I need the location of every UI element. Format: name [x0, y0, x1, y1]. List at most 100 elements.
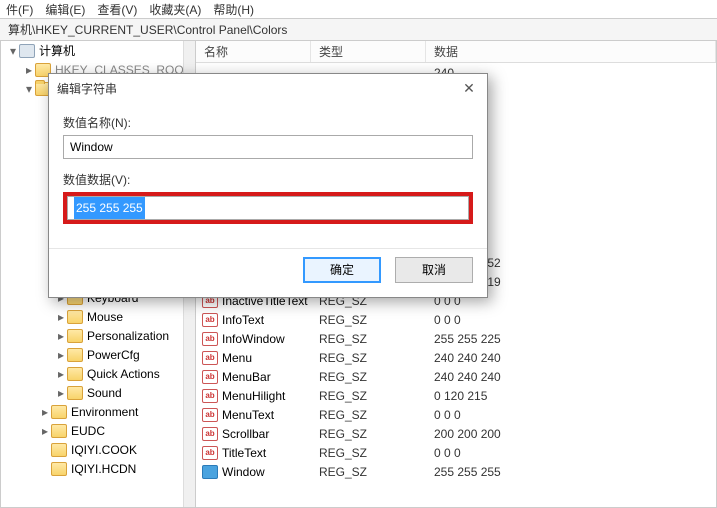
cell-type: REG_SZ — [311, 370, 426, 384]
cell-name: TitleText — [222, 446, 266, 460]
cell-data: 240 240 240 — [426, 370, 716, 384]
table-row[interactable]: Window REG_SZ255 255 255 — [196, 462, 716, 481]
expand-icon[interactable]: ▸ — [55, 310, 67, 324]
table-row[interactable]: MenuBar REG_SZ240 240 240 — [196, 367, 716, 386]
expand-icon[interactable]: ▸ — [55, 348, 67, 362]
cell-type: REG_SZ — [311, 351, 426, 365]
tree-label: Environment — [71, 405, 138, 419]
cell-type: REG_SZ — [311, 465, 426, 479]
cell-name: InfoText — [222, 313, 264, 327]
cell-name: Window — [222, 465, 265, 479]
cell-data: 0 0 0 — [426, 408, 716, 422]
tree-label: IQIYI.HCDN — [71, 462, 136, 476]
expand-icon[interactable]: ▸ — [39, 424, 51, 438]
expand-icon[interactable]: ▸ — [55, 367, 67, 381]
tree-label: IQIYI.COOK — [71, 443, 137, 457]
cancel-button[interactable]: 取消 — [395, 257, 473, 283]
string-icon — [202, 313, 218, 327]
computer-icon — [19, 44, 35, 58]
dialog-title: 编辑字符串 — [57, 80, 117, 97]
tree-label: Mouse — [87, 310, 123, 324]
edit-string-dialog: 编辑字符串 ✕ 数值名称(N): 数值数据(V): 255 255 255 确定… — [48, 73, 488, 298]
tree-label: 计算机 — [39, 42, 75, 59]
expand-icon[interactable]: ▸ — [23, 63, 35, 77]
tree-eudc[interactable]: ▸ EUDC — [1, 421, 195, 440]
value-data-label: 数值数据(V): — [63, 171, 473, 188]
cell-data: 240 240 240 — [426, 351, 716, 365]
string-icon — [202, 389, 218, 403]
cell-data: 0 120 215 — [426, 389, 716, 403]
value-name-label: 数值名称(N): — [63, 114, 473, 131]
col-name[interactable]: 名称 — [196, 41, 311, 62]
tree-label: EUDC — [71, 424, 105, 438]
string-icon — [202, 446, 218, 460]
tree-item[interactable]: ▸Personalization — [1, 326, 195, 345]
string-icon — [202, 427, 218, 441]
tree-root[interactable]: ▾ 计算机 — [1, 41, 195, 60]
table-row[interactable]: MenuText REG_SZ0 0 0 — [196, 405, 716, 424]
list-header: 名称 类型 数据 — [196, 41, 716, 63]
folder-icon — [67, 386, 83, 400]
address-bar[interactable]: 算机\HKEY_CURRENT_USER\Control Panel\Color… — [0, 18, 717, 41]
tree-item[interactable]: ▸ Quick Actions — [1, 364, 195, 383]
cell-type: REG_SZ — [311, 408, 426, 422]
close-icon[interactable]: ✕ — [459, 80, 479, 97]
tree-item[interactable]: ▸ Sound — [1, 383, 195, 402]
menu-favorites[interactable]: 收藏夹(A) — [149, 1, 201, 18]
table-row[interactable]: Menu REG_SZ240 240 240 — [196, 348, 716, 367]
cell-name: Menu — [222, 351, 252, 365]
cell-type: REG_SZ — [311, 446, 426, 460]
cell-data: 255 255 225 — [426, 332, 716, 346]
tree-iqiyi-cook[interactable]: IQIYI.COOK — [1, 440, 195, 459]
folder-icon — [51, 424, 67, 438]
tree-item[interactable]: ▸ PowerCfg — [1, 345, 195, 364]
expand-icon[interactable]: ▸ — [55, 329, 67, 343]
cell-name: InfoWindow — [222, 332, 285, 346]
tree-label: Sound — [87, 386, 122, 400]
cell-data: 200 200 200 — [426, 427, 716, 441]
collapse-icon[interactable]: ▾ — [23, 82, 35, 96]
table-row[interactable]: TitleTextREG_SZ0 0 0 — [196, 443, 716, 462]
menu-help[interactable]: 帮助(H) — [213, 1, 254, 18]
string-icon — [202, 408, 218, 422]
table-row[interactable]: InfoTextREG_SZ0 0 0 — [196, 310, 716, 329]
menu-bar: 件(F) 编辑(E) 查看(V) 收藏夹(A) 帮助(H) — [0, 0, 717, 18]
string-icon — [202, 332, 218, 346]
tree-environment[interactable]: ▸ Environment — [1, 402, 195, 421]
collapse-icon[interactable]: ▾ — [7, 44, 19, 58]
string-icon — [202, 370, 218, 384]
menu-file[interactable]: 件(F) — [6, 1, 33, 18]
expand-icon[interactable]: ▸ — [39, 405, 51, 419]
tree-label: Quick Actions — [87, 367, 160, 381]
folder-icon — [67, 329, 83, 343]
cell-name: Scrollbar — [222, 427, 269, 441]
expand-icon[interactable]: ▸ — [55, 386, 67, 400]
folder-icon — [67, 348, 83, 362]
col-data[interactable]: 数据 — [426, 41, 716, 62]
tree-iqiyi-hcdn[interactable]: IQIYI.HCDN — [1, 459, 195, 478]
window-icon — [202, 465, 218, 479]
col-type[interactable]: 类型 — [311, 41, 426, 62]
value-data-input[interactable]: 255 255 255 — [67, 196, 469, 220]
folder-icon — [67, 310, 83, 324]
cell-type: REG_SZ — [311, 427, 426, 441]
cell-data: 0 0 0 — [426, 313, 716, 327]
folder-icon — [51, 462, 67, 476]
highlighted-input-box: 255 255 255 — [63, 192, 473, 224]
cell-name: MenuHilight — [222, 389, 285, 403]
cell-data: 255 255 255 — [426, 465, 716, 479]
table-row[interactable]: InfoWindow REG_SZ255 255 225 — [196, 329, 716, 348]
folder-icon — [51, 405, 67, 419]
cell-name: MenuBar — [222, 370, 271, 384]
tree-item[interactable]: ▸ Mouse — [1, 307, 195, 326]
string-icon — [202, 351, 218, 365]
menu-view[interactable]: 查看(V) — [97, 1, 137, 18]
menu-edit[interactable]: 编辑(E) — [45, 1, 85, 18]
value-name-input[interactable] — [63, 135, 473, 159]
table-row[interactable]: MenuHilightREG_SZ0 120 215 — [196, 386, 716, 405]
tree-label: PowerCfg — [87, 348, 140, 362]
cell-name: MenuText — [222, 408, 274, 422]
ok-button[interactable]: 确定 — [303, 257, 381, 283]
cell-type: REG_SZ — [311, 332, 426, 346]
table-row[interactable]: Scrollbar REG_SZ200 200 200 — [196, 424, 716, 443]
